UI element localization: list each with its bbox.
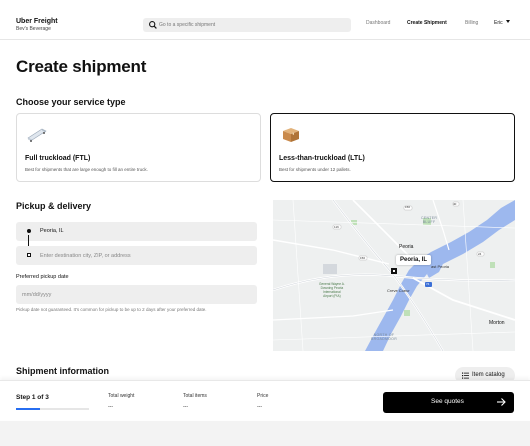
route-shield-74: 74 <box>426 282 430 286</box>
top-header: Uber Freight Bev's Beverage Dashboard Cr… <box>0 10 530 40</box>
total-weight-value: --- <box>108 404 113 410</box>
route-map[interactable]: 150 40 150 24 74 116 CENTER BLUFF Peoria… <box>273 200 515 351</box>
destination-field[interactable] <box>16 246 257 265</box>
item-catalog-label: Item catalog <box>472 372 505 378</box>
service-card-ltl[interactable]: Less-than-truckload (LTL) Best for shipm… <box>270 113 515 182</box>
service-type-heading: Choose your service type <box>16 97 126 107</box>
service-card-ftl[interactable]: Full truckload (FTL) Best for shipments … <box>16 113 261 182</box>
ftl-description: Best for shipments that are large enough… <box>25 167 148 172</box>
price-value: --- <box>257 404 262 410</box>
pickup-date-label: Preferred pickup date <box>16 274 69 280</box>
see-quotes-button[interactable]: See quotes <box>383 392 514 413</box>
price-stat: Price --- <box>257 393 268 410</box>
pickup-date-note: Pickup date not guaranteed. It's common … <box>16 307 207 312</box>
origin-value: Peoria, IL <box>40 228 64 234</box>
search-icon <box>149 21 157 29</box>
pickup-date-input[interactable] <box>22 285 242 304</box>
see-quotes-label: See quotes <box>431 398 464 405</box>
page-bottom-margin <box>0 421 530 446</box>
location-pin-icon[interactable] <box>391 268 397 274</box>
list-icon <box>462 372 469 379</box>
footer-bar: Step 1 of 3 Total weight --- Total items… <box>0 380 530 420</box>
route-shield-24: 24 <box>478 252 482 256</box>
org-name: Bev's Beverage <box>16 26 51 32</box>
nav-create-shipment[interactable]: Create Shipment <box>407 20 447 26</box>
shipment-info-heading: Shipment information <box>16 366 109 376</box>
origin-dot-icon <box>27 229 31 233</box>
search-input[interactable] <box>159 18 347 32</box>
arrow-right-icon <box>497 398 506 406</box>
total-items-label: Total items <box>183 393 207 399</box>
map-pin-label: Peoria, IL <box>396 255 432 265</box>
ftl-title: Full truckload (FTL) <box>25 155 91 162</box>
total-items-value: --- <box>183 404 188 410</box>
destination-square-icon <box>27 253 31 257</box>
step-progress-fill <box>16 408 41 410</box>
nav-billing[interactable]: Billing <box>465 20 478 26</box>
map-label-airport: General Wayne A. Downing Peoria Internat… <box>319 282 345 298</box>
destination-input[interactable] <box>40 246 250 265</box>
step-progress-bar <box>16 408 89 410</box>
ltl-title: Less-than-truckload (LTL) <box>279 155 365 162</box>
total-weight-label: Total weight <box>108 393 135 399</box>
map-label-north-of-broadmoor: NORTH OF BROADMOOR <box>371 333 398 341</box>
user-menu[interactable]: Eric <box>494 20 510 26</box>
map-label-peoria: Peoria <box>399 244 414 250</box>
pickup-date-field[interactable] <box>16 285 257 304</box>
page-title: Create shipment <box>16 57 147 76</box>
route-shield-40: 40 <box>453 202 457 206</box>
brand-name: Uber Freight <box>16 18 58 25</box>
route-shield-116: 116 <box>334 225 339 229</box>
map-label-morton: Morton <box>489 320 505 326</box>
total-items-stat: Total items --- <box>183 393 207 410</box>
user-name: Eric <box>494 20 503 26</box>
step-indicator: Step 1 of 3 <box>16 394 49 401</box>
map-label-east-peoria: ast Peoria <box>431 264 450 269</box>
pickup-delivery-heading: Pickup & delivery <box>16 201 92 211</box>
brand[interactable]: Uber Freight Bev's Beverage <box>16 17 58 33</box>
origin-field[interactable]: Peoria, IL <box>16 222 257 241</box>
shipment-search[interactable] <box>143 18 351 32</box>
route-shield-150-north: 150 <box>405 205 411 209</box>
total-weight-stat: Total weight --- <box>108 393 134 410</box>
route-shield-150: 150 <box>360 256 366 260</box>
price-label: Price <box>257 393 269 399</box>
nav-dashboard[interactable]: Dashboard <box>366 20 390 26</box>
ltl-description: Best for shipments under 12 pallets. <box>279 167 351 172</box>
map-canvas <box>273 200 515 351</box>
map-label-center-bluff: CENTER BLUFF <box>421 216 438 224</box>
chevron-down-icon <box>505 20 510 23</box>
truck-trailer-icon <box>27 128 47 142</box>
cardboard-box-icon <box>283 128 299 142</box>
map-label-creve-coeur: Creve Coeur <box>387 288 410 293</box>
